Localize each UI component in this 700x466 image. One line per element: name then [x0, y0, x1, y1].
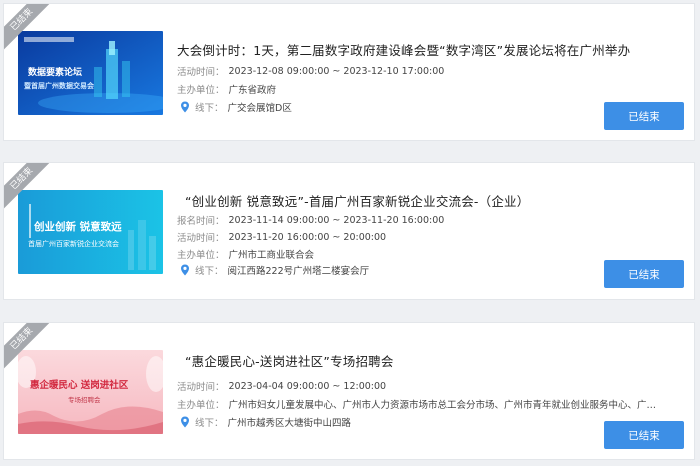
- event-time-row: 活动时间： 2023-11-20 16:00:00 ~ 20:00:00: [177, 230, 387, 245]
- organizer-value: 广州市工商业联合会: [228, 250, 315, 261]
- location-pin-icon: [181, 101, 189, 113]
- event-time-label: 活动时间：: [177, 233, 225, 244]
- ended-button[interactable]: 已结束: [604, 421, 684, 449]
- registration-time-label: 报名时间：: [177, 216, 225, 227]
- event-card[interactable]: 已结束 惠企暖民心 送岗进社区 专场招聘会 “惠企暖民心-送岗进社区”专场招聘会…: [3, 322, 695, 460]
- event-time-value: 2023-04-04 09:00:00 ~ 12:00:00: [228, 380, 387, 392]
- event-time-label: 活动时间：: [177, 382, 225, 393]
- poster-text: 首届广州百家新锐企业交流会: [28, 239, 119, 248]
- offline-label: 线下：: [195, 418, 224, 429]
- poster-text: 创业创新 锐意致远: [33, 220, 122, 233]
- location-pin-icon: [181, 416, 189, 428]
- event-time-value: 2023-11-20 16:00:00 ~ 20:00:00: [228, 231, 387, 243]
- offline-label: 线下：: [195, 266, 224, 277]
- poster-text: 惠企暖民心 送岗进社区: [30, 379, 129, 391]
- ended-button[interactable]: 已结束: [604, 260, 684, 288]
- location-row: 线下： 广交会展馆D区: [177, 100, 292, 114]
- organizer-row: 主办单位： 广东省政府: [177, 82, 276, 96]
- event-card[interactable]: 已结束 创业创新 锐意致远 首届广州百家新锐企业交流会 “创业创新 锐意致远”-…: [3, 162, 695, 300]
- event-time-row: 活动时间： 2023-04-04 09:00:00 ~ 12:00:00: [177, 379, 387, 394]
- registration-time-value: 2023-11-14 09:00:00 ~ 2023-11-20 16:00:0…: [228, 214, 445, 226]
- event-time-row: 活动时间： 2023-12-08 09:00:00 ~ 2023-12-10 1…: [177, 64, 445, 79]
- event-poster[interactable]: 数据要素论坛 暨首届广州数据交易会: [18, 31, 163, 115]
- event-time-value: 2023-12-08 09:00:00 ~ 2023-12-10 17:00:0…: [228, 65, 445, 77]
- ended-button[interactable]: 已结束: [604, 102, 684, 130]
- event-time-label: 活动时间：: [177, 67, 225, 78]
- registration-time-row: 报名时间： 2023-11-14 09:00:00 ~ 2023-11-20 1…: [177, 213, 445, 228]
- organizer-row: 主办单位： 广州市妇女儿童发展中心、广州市人力资源市场市总工会分市场、广州市青年…: [177, 397, 657, 411]
- event-poster[interactable]: 惠企暖民心 送岗进社区 专场招聘会: [18, 350, 163, 434]
- event-poster[interactable]: 创业创新 锐意致远 首届广州百家新锐企业交流会: [18, 190, 163, 274]
- location-row: 线下： 广州市越秀区大塘街中山四路: [177, 415, 351, 429]
- event-title[interactable]: “创业创新 锐意致远”-首届广州百家新锐企业交流会-（企业）: [185, 191, 529, 210]
- event-title[interactable]: “惠企暖民心-送岗进社区”专场招聘会: [185, 351, 394, 370]
- location-row: 线下： 阅江西路222号广州塔二楼宴会厅: [177, 263, 369, 277]
- organizer-label: 主办单位：: [177, 250, 225, 261]
- event-card[interactable]: 已结束 数据要素论坛 暨首届广州数据交易会 大会倒计时：1天，第二届数字政府建设…: [3, 3, 695, 141]
- location-value: 广交会展馆D区: [227, 103, 292, 114]
- location-value: 阅江西路222号广州塔二楼宴会厅: [227, 266, 370, 277]
- organizer-value: 广州市妇女儿童发展中心、广州市人力资源市场市总工会分市场、广州市青年就业创业服务…: [228, 400, 657, 411]
- poster-text: 数据要素论坛: [28, 66, 82, 78]
- event-title[interactable]: 大会倒计时：1天，第二届数字政府建设峰会暨“数字湾区”发展论坛将在广州举办: [177, 40, 630, 59]
- location-pin-icon: [181, 264, 189, 276]
- organizer-label: 主办单位：: [177, 85, 225, 96]
- organizer-value: 广东省政府: [228, 85, 277, 96]
- location-value: 广州市越秀区大塘街中山四路: [227, 418, 352, 429]
- organizer-row: 主办单位： 广州市工商业联合会: [177, 247, 314, 261]
- offline-label: 线下：: [195, 103, 224, 114]
- organizer-label: 主办单位：: [177, 400, 225, 411]
- poster-text: 暨首届广州数据交易会: [24, 81, 95, 90]
- poster-text: 专场招聘会: [68, 395, 101, 404]
